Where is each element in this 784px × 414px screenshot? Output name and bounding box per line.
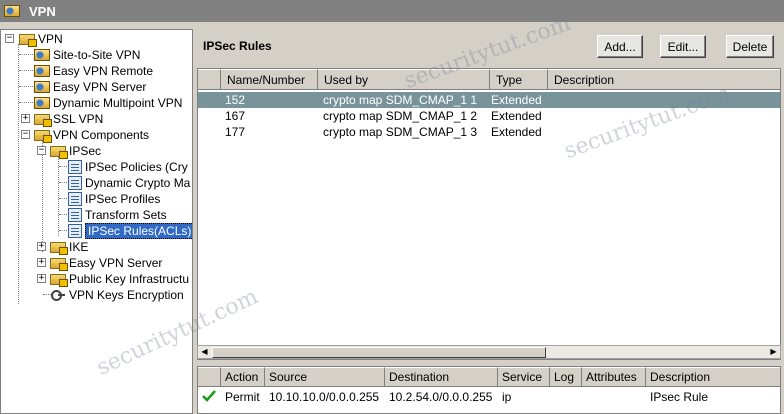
- scroll-left-icon[interactable]: ◀: [198, 346, 211, 358]
- tree-item-site-to-site-vpn[interactable]: Site-to-Site VPN: [34, 47, 140, 63]
- tree-item-vpn-keys-encryption[interactable]: VPN Keys Encryption: [50, 287, 184, 303]
- rule-entries-table[interactable]: Action Source Destination Service Log At…: [197, 366, 781, 414]
- horizontal-scrollbar[interactable]: ◀ ▶: [197, 345, 781, 359]
- tree-item-ssl-vpn[interactable]: SSL VPN: [34, 111, 103, 127]
- tree-item-ipsec-profiles[interactable]: IPSec Profiles: [68, 191, 160, 207]
- ssl-vpn-expand[interactable]: +: [21, 114, 30, 123]
- row-type: Extended: [491, 109, 542, 123]
- column-header-name[interactable]: Name/Number: [221, 69, 318, 90]
- pki-expand[interactable]: +: [37, 274, 46, 283]
- permit-check-icon: [202, 389, 218, 406]
- tree-item-ipsec-rules[interactable]: IPSec Rules(ACLs): [68, 223, 192, 239]
- vpn-folder-icon: [19, 33, 37, 47]
- tree-root-collapse[interactable]: −: [5, 34, 14, 43]
- ike-expand[interactable]: +: [37, 242, 46, 251]
- column-header-description[interactable]: Description: [646, 367, 780, 387]
- entry-source: 10.10.10.0/0.0.0.255: [269, 390, 380, 404]
- tree-item-dmvpn[interactable]: Dynamic Multipoint VPN: [34, 95, 182, 111]
- row-name: 167: [225, 109, 246, 123]
- column-header-action[interactable]: Action: [221, 367, 265, 387]
- ipsec-collapse[interactable]: −: [37, 146, 46, 155]
- delete-button[interactable]: Delete: [726, 35, 774, 58]
- column-header-service[interactable]: Service: [498, 367, 550, 387]
- vpn-icon: [34, 97, 50, 109]
- scroll-right-icon[interactable]: ▶: [767, 346, 780, 358]
- table-row[interactable]: 152 crypto map SDM_CMAP_1 1 Extended: [198, 92, 780, 108]
- tree-item-vpn-components[interactable]: VPN Components: [34, 127, 149, 143]
- column-header-description[interactable]: Description: [548, 69, 780, 90]
- tree-item-ipsec[interactable]: IPSec: [50, 143, 101, 159]
- row-type: Extended: [491, 93, 542, 107]
- vpn-icon: [34, 49, 50, 61]
- add-button[interactable]: Add...: [597, 35, 643, 58]
- panel-title: IPSec Rules: [203, 39, 272, 53]
- tree-item-easy-vpn-remote[interactable]: Easy VPN Remote: [34, 63, 153, 79]
- entry-destination: 10.2.54.0/0.0.0.255: [389, 390, 493, 404]
- navigation-tree[interactable]: − VPN Site-to-Site VPN Easy VPN Remote E…: [0, 29, 193, 414]
- entry-service: ip: [502, 390, 512, 404]
- tree-item-pki[interactable]: Public Key Infrastructu: [50, 271, 189, 287]
- ipsec-rules-table[interactable]: Name/Number Used by Type Description 152…: [197, 68, 781, 360]
- tree-item-vpn[interactable]: VPN: [19, 31, 63, 47]
- table-row[interactable]: 177 crypto map SDM_CMAP_1 3 Extended: [198, 124, 780, 140]
- column-header-type[interactable]: Type: [490, 69, 548, 90]
- entry-action: Permit: [225, 390, 260, 404]
- tree-item-label: VPN: [38, 32, 63, 46]
- window-titlebar: VPN: [0, 0, 784, 22]
- entry-description: IPsec Rule: [650, 390, 709, 404]
- vpn-icon: [34, 81, 50, 93]
- rules-doc-icon: [68, 224, 82, 238]
- vpn-folder-icon: [4, 5, 20, 17]
- transform-set-icon: [68, 208, 82, 222]
- folder-lock-icon: [50, 241, 68, 255]
- column-header-used-by[interactable]: Used by: [318, 69, 490, 90]
- table-row[interactable]: 167 crypto map SDM_CMAP_1 2 Extended: [198, 108, 780, 124]
- row-name: 177: [225, 125, 246, 139]
- folder-lock-icon: [34, 129, 52, 143]
- tree-item-dynamic-crypto-map[interactable]: Dynamic Crypto Ma: [68, 175, 190, 191]
- window-title: VPN: [29, 3, 56, 19]
- tree-item-ipsec-policies[interactable]: IPSec Policies (Cry: [68, 159, 188, 175]
- crypto-map-doc-icon: [68, 176, 82, 190]
- tree-item-ike[interactable]: IKE: [50, 239, 88, 255]
- row-used-by: crypto map SDM_CMAP_1 2: [323, 109, 478, 123]
- row-used-by: crypto map SDM_CMAP_1 3: [323, 125, 478, 139]
- folder-lock-icon: [50, 273, 68, 287]
- folder-lock-icon: [50, 145, 68, 159]
- column-header-attributes[interactable]: Attributes: [582, 367, 646, 387]
- column-header-source[interactable]: Source: [265, 367, 385, 387]
- detail-header-spacer: [198, 367, 221, 387]
- scrollbar-thumb[interactable]: [212, 347, 546, 358]
- policy-doc-icon: [68, 160, 82, 174]
- profile-doc-icon: [68, 192, 82, 206]
- vpn-components-collapse[interactable]: −: [21, 130, 30, 139]
- folder-lock-icon: [34, 113, 52, 127]
- easy-vpn-server-expand[interactable]: +: [37, 258, 46, 267]
- column-header-log[interactable]: Log: [550, 367, 582, 387]
- folder-lock-icon: [50, 257, 68, 271]
- edit-button[interactable]: Edit...: [660, 35, 706, 58]
- table-row[interactable]: Permit 10.10.10.0/0.0.0.255 10.2.54.0/0.…: [198, 389, 780, 405]
- tree-item-easy-vpn-server-component[interactable]: Easy VPN Server: [50, 255, 162, 271]
- tree-item-easy-vpn-server[interactable]: Easy VPN Server: [34, 79, 146, 95]
- table-header-spacer: [198, 69, 221, 90]
- row-name: 152: [225, 93, 246, 107]
- tree-item-transform-sets[interactable]: Transform Sets: [68, 207, 167, 223]
- key-icon: [50, 288, 66, 302]
- row-type: Extended: [491, 125, 542, 139]
- column-header-destination[interactable]: Destination: [385, 367, 498, 387]
- row-used-by: crypto map SDM_CMAP_1 1: [323, 93, 478, 107]
- vpn-icon: [34, 65, 50, 77]
